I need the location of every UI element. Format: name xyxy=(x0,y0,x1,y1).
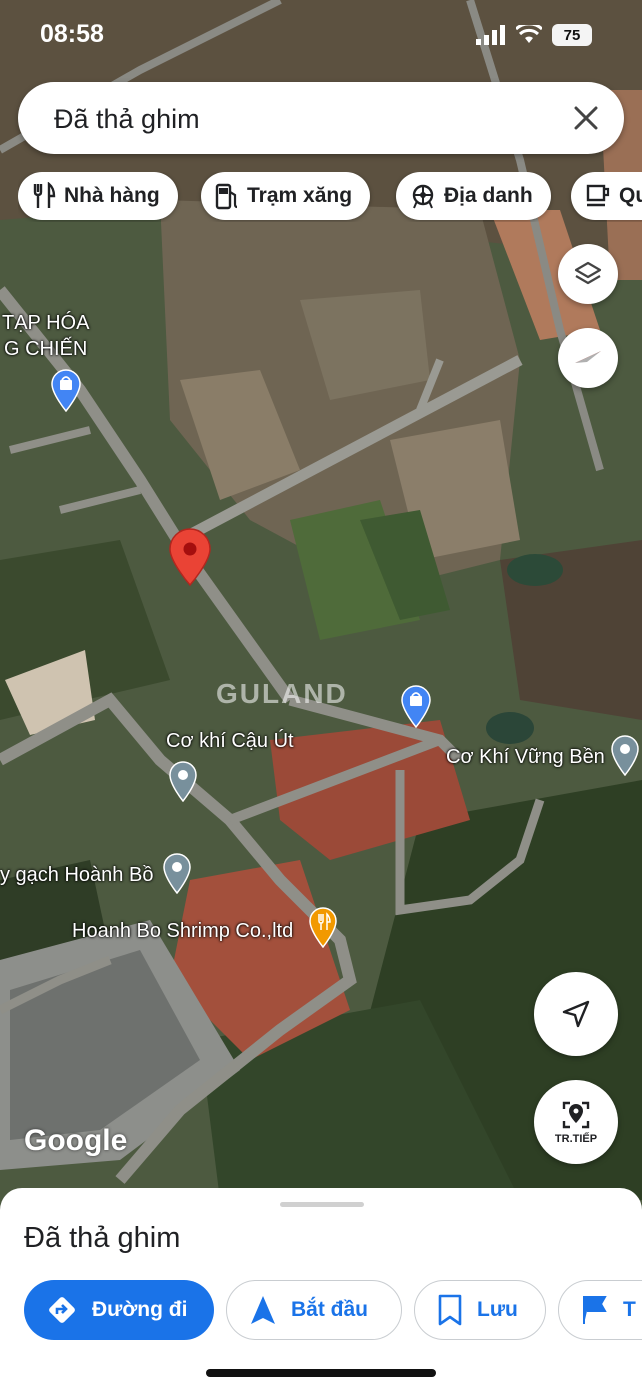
map-label-shrimp-co: Hoanh Bo Shrimp Co.,ltd xyxy=(72,920,294,942)
search-text[interactable]: Đã thả ghim xyxy=(54,104,200,135)
chip-coffee[interactable]: Qu xyxy=(571,172,642,220)
coffee-icon xyxy=(586,184,610,207)
location-arrow-icon xyxy=(562,1000,590,1028)
map-label-co-khi-vung-ben: Cơ Khí Vững Bền xyxy=(446,746,605,768)
search-bar[interactable]: Đã thả ghim xyxy=(18,82,624,154)
label-button[interactable]: T xyxy=(558,1280,642,1340)
my-location-button[interactable] xyxy=(534,972,618,1056)
action-buttons: Đường đi Bắt đầu Lưu T xyxy=(0,1280,642,1342)
layers-icon xyxy=(574,261,602,285)
google-logo: Google xyxy=(24,1124,128,1157)
sheet-title: Đã thả ghim xyxy=(24,1222,181,1254)
layers-button[interactable] xyxy=(558,244,618,304)
location-poi-icon[interactable] xyxy=(610,734,640,776)
save-label: Lưu xyxy=(477,1298,518,1321)
restaurant-poi-icon[interactable] xyxy=(308,906,338,948)
dropped-pin-icon[interactable] xyxy=(168,528,212,586)
start-button[interactable]: Bắt đầu xyxy=(226,1280,402,1340)
home-indicator xyxy=(206,1369,436,1377)
save-button[interactable]: Lưu xyxy=(414,1280,546,1340)
flag-icon xyxy=(583,1296,607,1324)
chip-landmarks[interactable]: Địa danh xyxy=(396,172,551,220)
restaurant-icon xyxy=(33,182,56,208)
landmark-icon xyxy=(412,184,434,209)
cellular-signal-icon xyxy=(476,25,505,45)
map-label-tap-hoa-line2: G CHIẾN xyxy=(4,338,88,360)
map-label-tap-hoa: TẠP HÓA xyxy=(2,312,90,334)
label-button-label: T xyxy=(623,1298,636,1321)
bookmark-icon xyxy=(438,1294,462,1326)
navigate-label: TR.TIẾP xyxy=(554,1133,598,1145)
shopping-bag-poi-icon[interactable] xyxy=(50,368,82,412)
start-label: Bắt đầu xyxy=(291,1298,369,1321)
sheet-drag-handle[interactable] xyxy=(280,1202,364,1207)
status-icons: 75 xyxy=(476,24,592,46)
navigate-button[interactable]: TR.TIẾP xyxy=(534,1080,618,1164)
directions-button[interactable]: Đường đi xyxy=(24,1280,214,1340)
directions-icon xyxy=(49,1297,75,1323)
chip-label: Địa danh xyxy=(444,184,533,207)
map-label-co-khi-cau-ut: Cơ khí Cậu Út xyxy=(166,730,294,752)
chip-label: Nhà hàng xyxy=(64,184,160,207)
close-icon[interactable] xyxy=(568,100,604,136)
battery-indicator: 75 xyxy=(552,24,592,46)
navigate-pin-icon xyxy=(562,1101,590,1129)
location-poi-icon[interactable] xyxy=(168,760,198,802)
gas-station-icon xyxy=(215,183,238,210)
chip-label: Qu xyxy=(619,184,642,207)
chip-gas-stations[interactable]: Trạm xăng xyxy=(201,172,371,220)
compass-button[interactable] xyxy=(558,328,618,388)
chip-label: Trạm xăng xyxy=(247,184,353,207)
category-chips: Nhà hàng Trạm xăng Địa danh Qu xyxy=(18,172,642,222)
directions-label: Đường đi xyxy=(92,1298,188,1321)
status-time: 08:58 xyxy=(40,20,104,48)
location-poi-icon[interactable] xyxy=(162,852,192,894)
status-bar: 08:58 75 xyxy=(0,0,642,72)
chip-restaurants[interactable]: Nhà hàng xyxy=(18,172,178,220)
watermark-text: GULAND xyxy=(216,678,348,709)
compass-icon xyxy=(575,351,601,363)
wifi-icon xyxy=(516,25,542,43)
shopping-bag-poi-icon[interactable] xyxy=(400,684,432,728)
map-label-gach-hoanh-bo: y gạch Hoành Bồ xyxy=(0,864,154,886)
place-bottom-sheet[interactable]: Đã thả ghim Đường đi Bắt đầu Lưu T xyxy=(0,1188,642,1389)
navigation-arrow-icon xyxy=(251,1296,275,1324)
